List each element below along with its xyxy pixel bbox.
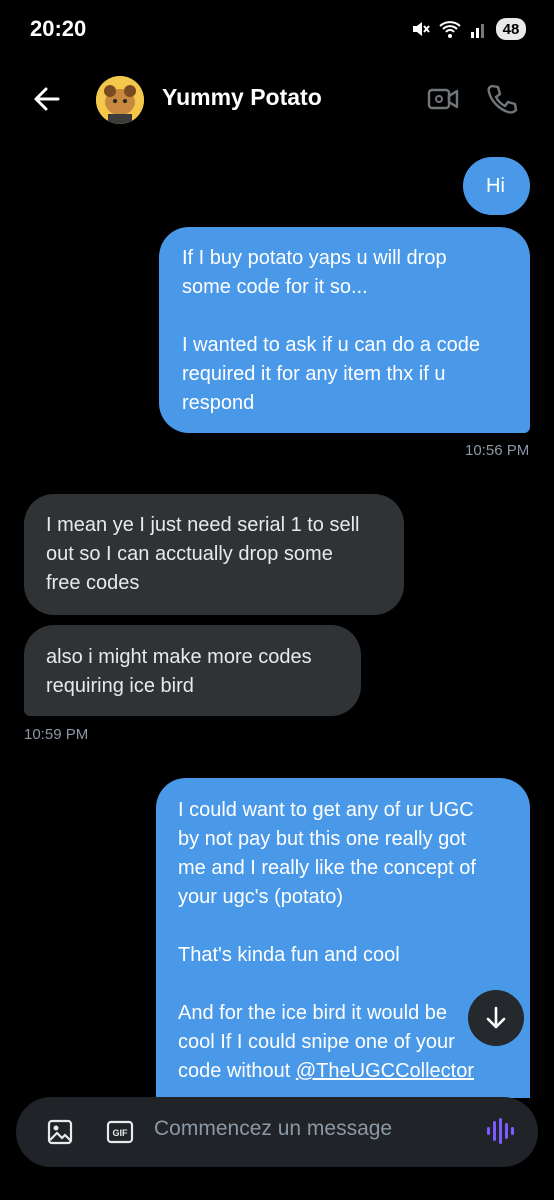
contact-avatar[interactable] — [96, 76, 144, 124]
message-text: I mean ye I just need serial 1 to sell o… — [46, 514, 360, 594]
mention-link[interactable]: @TheUGCCollector — [296, 1060, 474, 1082]
add-image-button[interactable] — [46, 1118, 74, 1146]
message-bubble-outgoing[interactable]: Hi — [463, 157, 530, 215]
message-text: I could want to get any of ur UGC by not… — [178, 796, 476, 1086]
contact-name[interactable]: Yummy Potato — [162, 84, 322, 111]
image-icon — [47, 1119, 73, 1145]
conversation-header: Yummy Potato — [0, 62, 554, 136]
voice-message-button[interactable] — [484, 1115, 516, 1147]
message-text: also i might make more codes requiring i… — [46, 646, 312, 697]
message-timestamp: 10:59 PM — [24, 726, 89, 743]
signal-icon — [470, 20, 488, 38]
battery-indicator: 48 — [496, 18, 526, 40]
status-time: 20:20 — [30, 16, 87, 41]
status-icons: 48 — [410, 18, 526, 40]
message-text: If I buy potato yaps u will drop some co… — [182, 247, 480, 414]
message-timestamp: 10:56 PM — [465, 442, 530, 459]
gif-icon: GIF — [106, 1120, 134, 1144]
video-call-button[interactable] — [427, 84, 459, 114]
scroll-to-bottom-button[interactable] — [468, 990, 524, 1046]
status-bar: 20:20 48 — [0, 0, 554, 62]
back-arrow-icon — [34, 87, 60, 111]
mute-icon — [410, 19, 430, 39]
add-gif-button[interactable]: GIF — [106, 1118, 134, 1146]
wifi-icon — [438, 19, 462, 39]
voice-call-button[interactable] — [484, 82, 518, 116]
voice-waveform-icon — [487, 1118, 514, 1144]
message-bubble-incoming[interactable]: also i might make more codes requiring i… — [24, 625, 361, 716]
message-bubble-incoming[interactable]: I mean ye I just need serial 1 to sell o… — [24, 494, 404, 615]
svg-text:GIF: GIF — [113, 1128, 129, 1138]
message-composer: GIF Commencez un message — [16, 1097, 538, 1167]
message-bubble-outgoing[interactable]: If I buy potato yaps u will drop some co… — [159, 227, 530, 433]
video-camera-icon — [427, 88, 459, 110]
message-body: I could want to get any of ur UGC by not… — [178, 799, 476, 1082]
message-text: Hi — [486, 175, 505, 197]
message-input[interactable]: Commencez un message — [154, 1117, 392, 1141]
arrow-down-icon — [486, 1006, 506, 1029]
back-button[interactable] — [30, 82, 64, 116]
phone-icon — [487, 84, 518, 114]
message-bubble-outgoing[interactable]: I could want to get any of ur UGC by not… — [156, 778, 530, 1098]
